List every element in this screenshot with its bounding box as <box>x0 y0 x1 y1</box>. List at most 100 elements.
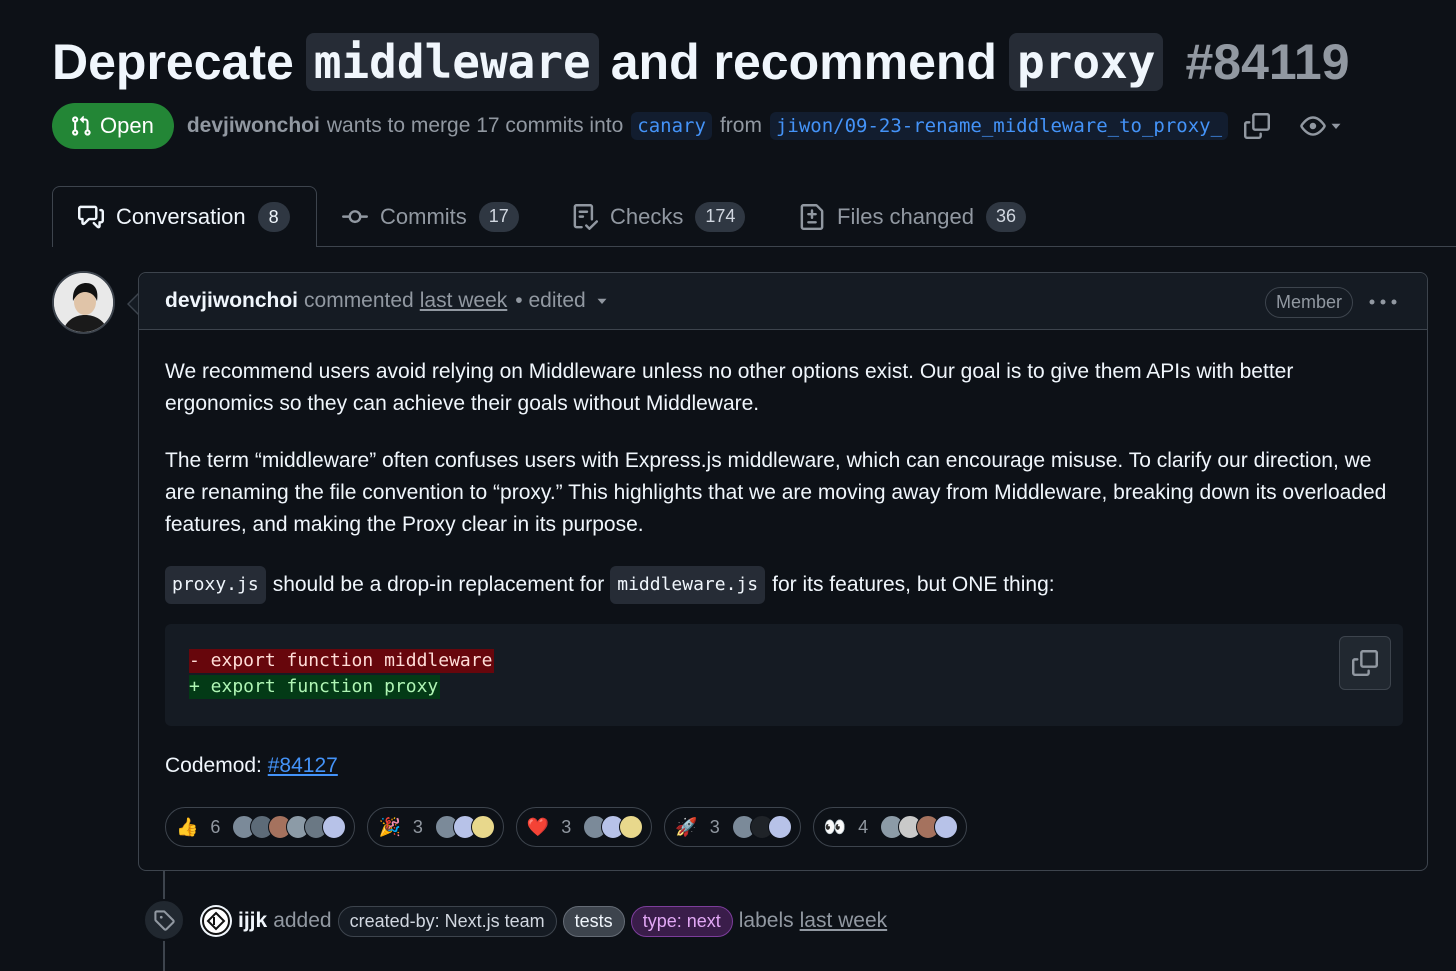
actor-avatar-logo <box>202 907 230 935</box>
base-branch[interactable]: canary <box>631 112 712 140</box>
diff-line-removed: - export function middleware <box>189 649 495 673</box>
comment-discussion-icon <box>78 205 104 229</box>
actor-avatar[interactable] <box>200 905 232 937</box>
reactions-bar: 👍 6 🎉 3 ❤️ 3 🚀 3 👀 4 <box>165 807 968 847</box>
reactor-avatars <box>880 815 959 839</box>
codemod-link[interactable]: #84127 <box>268 754 338 777</box>
author-avatar[interactable] <box>52 271 115 334</box>
timeline-labels-event: ijjk added created-by: Next.js team test… <box>200 903 887 939</box>
tab-commits-count: 17 <box>478 201 519 232</box>
eye-icon <box>1300 116 1326 136</box>
edited-label: • edited <box>515 289 586 312</box>
reactor-avatars <box>583 815 644 839</box>
tab-conversation[interactable]: Conversation 8 <box>52 186 317 247</box>
tab-files-changed[interactable]: Files changed 36 <box>799 186 1027 247</box>
reaction-count: 3 <box>709 816 720 837</box>
reactor-avatars <box>434 815 495 839</box>
copy-branch-button[interactable] <box>1244 113 1271 139</box>
codemod-line: Codemod: #84127 <box>165 750 1405 782</box>
file-diff-icon <box>800 203 824 230</box>
tab-files-changed-label: Files changed <box>837 203 974 229</box>
timeline-suffix: labels <box>738 909 794 932</box>
rocket-icon: 🚀 <box>675 816 698 837</box>
label-type-next[interactable]: type: next <box>630 905 733 937</box>
tab-commits-label: Commits <box>380 203 467 229</box>
reaction-count: 4 <box>858 816 869 837</box>
comment-action: commented <box>304 289 414 312</box>
eyes-icon: 👀 <box>823 816 847 837</box>
caret-down-icon <box>1331 123 1341 129</box>
pr-author-link[interactable]: devjiwonchoi <box>187 114 320 138</box>
copy-icon <box>1352 650 1378 676</box>
member-badge: Member <box>1264 287 1353 318</box>
title-code-middleware: middleware <box>305 33 599 91</box>
comment-header: devjiwonchoi commented last week • edite… <box>139 273 1427 330</box>
reaction-heart[interactable]: ❤️ 3 <box>515 807 653 847</box>
title-code-proxy: proxy <box>1008 33 1164 91</box>
diff-code-block: - export function middleware + export fu… <box>165 624 1403 726</box>
inline-code-middleware-js: middleware.js <box>610 566 766 604</box>
reactor-avatars <box>232 815 347 839</box>
p3-text-2: for its features, but ONE thing: <box>772 573 1055 596</box>
tada-icon: 🎉 <box>378 816 401 837</box>
comment-options-button[interactable] <box>1369 287 1397 313</box>
caret-down-icon <box>597 298 607 304</box>
reaction-hooray[interactable]: 🎉 3 <box>367 807 504 847</box>
diff-line-added: + export function proxy <box>189 675 441 699</box>
comment-box: devjiwonchoi commented last week • edite… <box>138 272 1428 871</box>
head-branch[interactable]: jiwon/09-23-rename_middleware_to_proxy_ <box>769 112 1229 140</box>
reactor-avatar <box>767 815 792 839</box>
pr-title: Deprecate middleware and recommend proxy… <box>52 30 1350 94</box>
state-badge-open: Open <box>52 103 174 149</box>
reaction-count: 3 <box>412 816 423 837</box>
tab-checks-label: Checks <box>610 203 684 229</box>
timeline-timestamp-link[interactable]: last week <box>800 909 888 933</box>
heart-icon: ❤️ <box>526 816 550 837</box>
git-commit-icon <box>342 209 368 223</box>
thumbs-up-icon: 👍 <box>176 816 199 837</box>
from-text: from <box>719 114 762 137</box>
codemod-label: Codemod: <box>165 754 262 777</box>
reaction-rocket[interactable]: 🚀 3 <box>664 807 801 847</box>
reaction-count: 6 <box>210 816 221 837</box>
git-pull-request-icon <box>72 115 91 136</box>
comment-paragraph-3: proxy.js should be a drop-in replacement… <box>165 566 1405 604</box>
comment-paragraph-1: We recommend users avoid relying on Midd… <box>165 360 1294 415</box>
pr-number: #84119 <box>1185 34 1350 90</box>
comment-timestamp-link[interactable]: last week <box>420 289 508 313</box>
edited-menu[interactable]: • edited <box>515 289 607 313</box>
comment-paragraph-2: The term “middleware” often confuses use… <box>165 449 1387 536</box>
reactor-avatar <box>470 815 495 839</box>
comment-author-link[interactable]: devjiwonchoi <box>165 289 298 313</box>
avatar-portrait <box>54 273 113 332</box>
tag-icon <box>154 910 175 931</box>
copy-icon <box>1244 113 1271 139</box>
timeline-actor-link[interactable]: ijjk <box>238 909 267 933</box>
tab-files-changed-count: 36 <box>985 201 1027 232</box>
reaction-eyes[interactable]: 👀 4 <box>812 807 968 847</box>
title-text-2: and recommend <box>610 34 997 90</box>
timeline-action: added <box>273 909 332 932</box>
title-text-1: Deprecate <box>52 34 294 90</box>
tab-conversation-count: 8 <box>257 202 290 232</box>
tab-commits[interactable]: Commits 17 <box>342 186 519 247</box>
comment-pointer <box>127 293 139 315</box>
checklist-icon <box>573 203 598 230</box>
tab-checks-count: 174 <box>695 201 746 232</box>
reaction-thumbs-up[interactable]: 👍 6 <box>165 807 356 847</box>
reactor-avatar <box>322 815 347 839</box>
tab-checks[interactable]: Checks 174 <box>572 186 746 247</box>
watch-menu-button[interactable] <box>1300 113 1342 139</box>
reactor-avatars <box>731 815 792 839</box>
label-created-by[interactable]: created-by: Next.js team <box>337 905 557 937</box>
label-tests[interactable]: tests <box>562 905 625 937</box>
reaction-count: 3 <box>561 816 572 837</box>
kebab-horizontal-icon <box>1369 299 1397 305</box>
tab-conversation-label: Conversation <box>116 204 246 229</box>
reactor-avatar <box>619 815 644 839</box>
merge-description: wants to merge 17 commits into <box>326 114 624 137</box>
timeline-label-badge <box>143 899 185 941</box>
copy-code-button[interactable] <box>1339 636 1391 690</box>
state-label: Open <box>100 113 154 138</box>
pr-meta: Open devjiwonchoi wants to merge 17 comm… <box>52 103 1342 149</box>
